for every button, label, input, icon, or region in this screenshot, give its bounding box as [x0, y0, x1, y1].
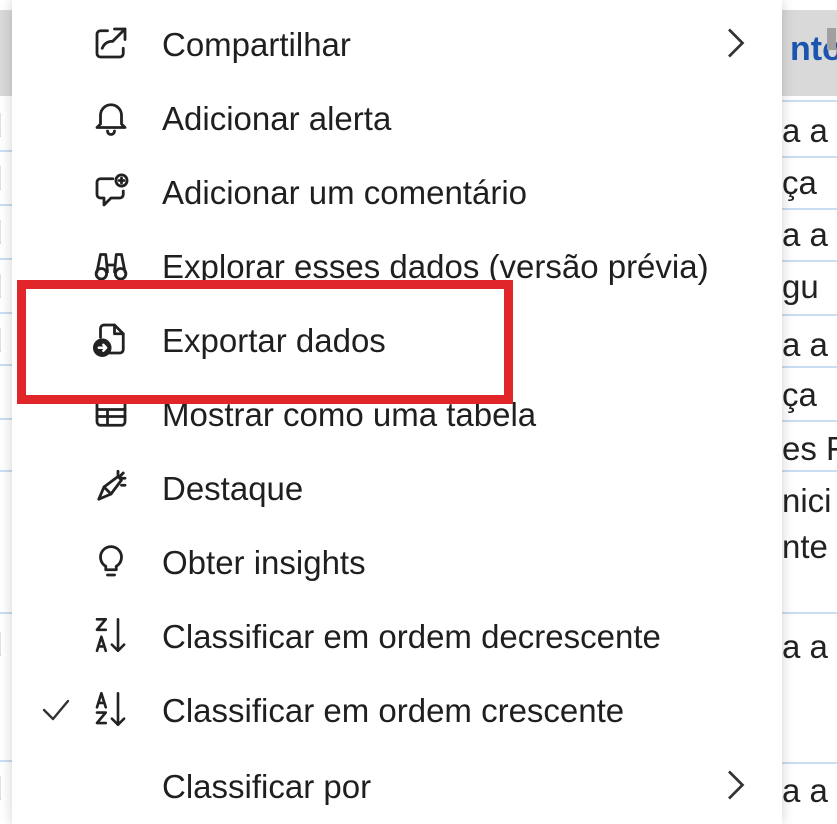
- menu-item-get-insights[interactable]: Obter insights: [12, 526, 782, 600]
- menu-item-add-alert[interactable]: Adicionar alerta: [12, 82, 782, 156]
- table-cell: c: [0, 428, 12, 466]
- menu-item-label: Destaque: [162, 470, 304, 507]
- bell-icon: [90, 96, 132, 138]
- row-divider: [782, 762, 837, 764]
- menu-item-label: Compartilhar: [162, 26, 351, 63]
- row-divider: [782, 260, 837, 262]
- table-cell: nici: [782, 482, 832, 519]
- table-cell: a a: [782, 112, 828, 149]
- row-divider: [0, 470, 12, 472]
- context-menu: Compartilhar Adicionar alerta Adicionar …: [12, 0, 782, 824]
- row-divider: [782, 314, 837, 316]
- menu-item-label: Classificar em ordem decrescente: [162, 618, 661, 655]
- row-divider: [782, 100, 837, 102]
- table-cell: c: [0, 374, 12, 412]
- row-divider: [0, 312, 12, 314]
- table-cell: a a: [782, 628, 828, 665]
- table-cell: d: [0, 107, 12, 145]
- menu-item-sort-descending[interactable]: Classificar em ordem decrescente: [12, 600, 782, 674]
- menu-item-add-comment[interactable]: Adicionar um comentário: [12, 156, 782, 230]
- row-divider: [0, 612, 12, 614]
- menu-item-label: Classificar em ordem crescente: [162, 692, 625, 729]
- highlight-annotation-box: [17, 280, 513, 404]
- chevron-right-icon: [717, 764, 753, 806]
- table-cell: gu: [782, 268, 819, 305]
- table-cell: a a: [782, 216, 828, 253]
- row-divider: [782, 612, 837, 614]
- row-divider: [782, 156, 837, 158]
- menu-item-label: Obter insights: [162, 544, 366, 581]
- table-cell: d: [0, 770, 12, 808]
- scrollbar-thumb[interactable]: [827, 28, 836, 50]
- menu-item-share[interactable]: Compartilhar: [12, 8, 782, 82]
- table-cell: d: [0, 268, 12, 306]
- row-divider: [782, 208, 837, 210]
- sort-descending-icon: [90, 614, 132, 656]
- menu-item-spotlight[interactable]: Destaque: [12, 452, 782, 526]
- table-cell: es F: [782, 430, 837, 467]
- menu-item-sort-by[interactable]: Classificar por: [12, 750, 782, 824]
- table-cell: l: [0, 484, 12, 522]
- row-divider: [0, 150, 12, 152]
- chevron-right-icon: [717, 22, 753, 64]
- row-divider: [0, 418, 12, 420]
- table-cell: ça: [782, 376, 817, 413]
- row-divider: [0, 760, 12, 762]
- table-cell: d: [0, 322, 12, 360]
- comment-add-icon: [90, 170, 132, 212]
- table-cell: d: [0, 214, 12, 252]
- table-header-left: [0, 10, 12, 96]
- sort-ascending-icon: [90, 688, 132, 730]
- row-divider: [0, 364, 12, 366]
- row-divider: [782, 470, 837, 472]
- menu-item-sort-ascending[interactable]: Classificar em ordem crescente: [12, 674, 782, 748]
- table-cell: d: [0, 626, 12, 664]
- menu-item-label: Adicionar alerta: [162, 100, 392, 137]
- menu-item-label: Classificar por: [162, 768, 372, 805]
- table-cell: a a: [782, 326, 828, 363]
- row-divider: [0, 258, 12, 260]
- lightbulb-icon: [90, 540, 132, 582]
- checkmark-icon: [38, 692, 74, 728]
- row-divider: [782, 366, 837, 368]
- spotlight-icon: [90, 466, 132, 508]
- table-cell: a a: [782, 772, 828, 809]
- table-cell: d: [0, 160, 12, 198]
- row-divider: [0, 204, 12, 206]
- row-divider: [782, 420, 837, 422]
- table-cell: nte: [782, 528, 828, 565]
- table-cell: ça: [782, 164, 817, 201]
- table-header-right[interactable]: nto: [780, 10, 837, 96]
- share-icon: [90, 22, 132, 64]
- menu-item-label: Adicionar um comentário: [162, 174, 527, 211]
